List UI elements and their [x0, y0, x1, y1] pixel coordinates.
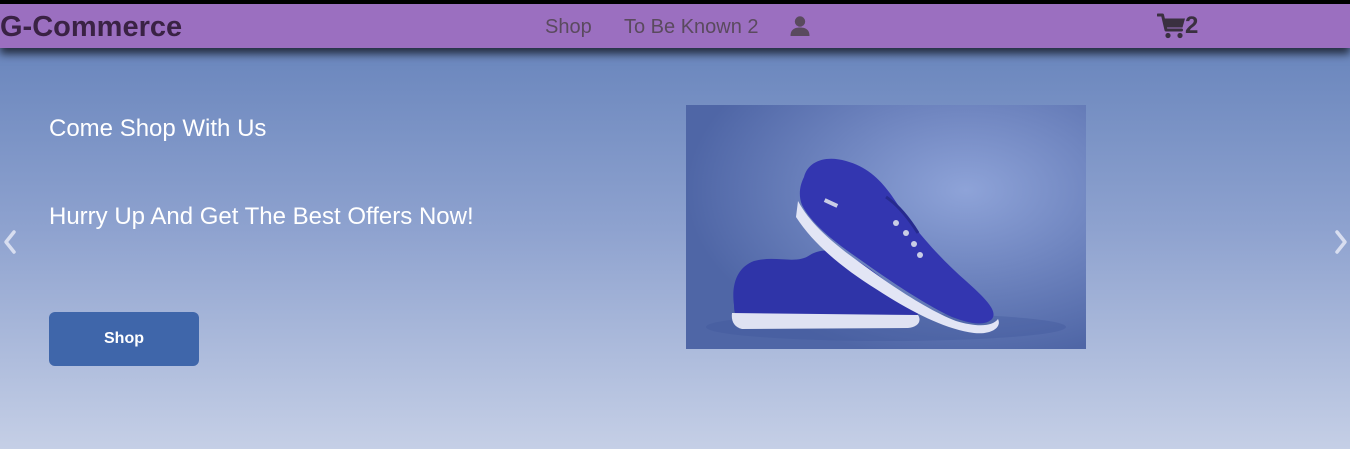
user-icon[interactable] [789, 15, 811, 39]
page-bottom-area [0, 449, 1350, 466]
cart[interactable]: 2 [1156, 12, 1199, 42]
carousel-next-button[interactable] [1331, 228, 1350, 256]
hero-headline: Come Shop With Us [49, 115, 267, 142]
hero-carousel: Come Shop With Us Hurry Up And Get The B… [0, 48, 1350, 449]
carousel-prev-button[interactable] [0, 228, 20, 256]
nav-link-to-be-known-2[interactable]: To Be Known 2 [624, 15, 759, 39]
chevron-right-icon[interactable] [1331, 228, 1350, 256]
hero-image-sneakers [686, 105, 1086, 349]
page: G-Commerce Shop To Be Known 2 2 Come Sho… [0, 0, 1350, 466]
nav-link-shop[interactable]: Shop [545, 15, 592, 39]
brand-logo[interactable]: G-Commerce [0, 10, 182, 44]
chevron-left-icon[interactable] [0, 228, 20, 256]
shopping-cart-icon[interactable] [1156, 12, 1187, 40]
hero-subheadline: Hurry Up And Get The Best Offers Now! [49, 203, 474, 230]
navbar: G-Commerce Shop To Be Known 2 2 [0, 4, 1350, 48]
cart-count-badge: 2 [1185, 12, 1199, 39]
shop-button[interactable]: Shop [49, 312, 199, 366]
